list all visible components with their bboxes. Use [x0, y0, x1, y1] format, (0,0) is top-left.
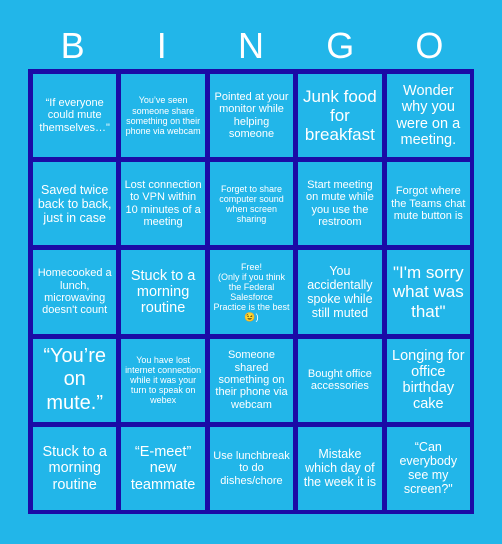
bingo-cell[interactable]: Use lunchbreak to do dishes/chore [209, 426, 294, 510]
bingo-cell-text: Stuck to a morning routine [42, 444, 107, 493]
bingo-cell[interactable]: Longing for office birthday cake [386, 338, 470, 422]
bingo-cell[interactable]: Saved twice back to back, just in case [33, 162, 117, 246]
bingo-cell[interactable]: "I'm sorry what was that" [386, 250, 470, 334]
bingo-cell-text: Free! (Only if you think the Federal Sal… [213, 261, 290, 323]
bingo-cell-text: “Can everybody see my screen?" [399, 440, 458, 497]
bingo-cell-text: Junk food for breakfast [303, 87, 377, 145]
bingo-cell-text: “You’re on mute.” [43, 344, 107, 414]
bingo-cell-free-space[interactable]: Free! (Only if you think the Federal Sal… [209, 250, 294, 334]
header-letter-i: I [156, 25, 167, 66]
header-letter-n: N [238, 25, 264, 66]
bingo-cell-text: Mistake which day of the week it is [303, 447, 377, 490]
bingo-header: B I N G O [28, 26, 474, 66]
bingo-cell[interactable]: “Can everybody see my screen?" [386, 426, 470, 510]
bingo-cell-text: Bought office accessories [307, 367, 372, 393]
bingo-cell-text: You’ve seen someone share something on t… [125, 95, 201, 136]
bingo-cell[interactable]: “E-meet” new teammate [121, 426, 205, 510]
header-letter-b: B [60, 25, 85, 66]
bingo-cell-text: Start meeting on mute while you use the … [305, 179, 374, 229]
bingo-cell-text: Longing for office birthday cake [392, 347, 465, 413]
bingo-cell-text: Forget to share computer sound when scre… [219, 183, 284, 224]
bingo-cell[interactable]: Wonder why you were on a meeting. [386, 74, 470, 158]
bingo-cell-text: Homecooked a lunch, microwaving doesn't … [37, 267, 112, 317]
bingo-cell-text: “E-meet” new teammate [130, 444, 196, 493]
bingo-cell-text: Someone shared something on their phone … [215, 349, 288, 411]
bingo-cell[interactable]: Forget to share computer sound when scre… [209, 162, 294, 246]
bingo-cell[interactable]: Stuck to a morning routine [33, 426, 117, 510]
bingo-cell-text: Use lunchbreak to do dishes/chore [213, 449, 290, 487]
bingo-cell-text: Pointed at your monitor while helping so… [214, 90, 289, 140]
bingo-grid: “If everyone could mute themselves…" You’… [28, 69, 474, 514]
bingo-cell-text: Stuck to a morning routine [130, 267, 196, 317]
header-letter-g: G [326, 25, 355, 66]
bingo-cell-text: "I'm sorry what was that" [392, 263, 464, 321]
bingo-cell[interactable]: Start meeting on mute while you use the … [298, 162, 382, 246]
bingo-cell[interactable]: Junk food for breakfast [298, 74, 382, 158]
bingo-cell-text: Lost connection to VPN within 10 minutes… [124, 179, 202, 229]
bingo-cell-text: “If everyone could mute themselves…" [39, 97, 110, 134]
bingo-cell[interactable]: Homecooked a lunch, microwaving doesn't … [33, 250, 117, 334]
bingo-cell-text: Forgot where the Teams chat mute button … [391, 185, 466, 222]
bingo-cell[interactable]: “If everyone could mute themselves…" [33, 74, 117, 158]
bingo-cell-text: Saved twice back to back, just in case [37, 182, 112, 225]
bingo-cell-text: You have lost internet connection while … [125, 355, 202, 406]
bingo-cell[interactable]: Pointed at your monitor while helping so… [209, 74, 294, 158]
bingo-cell[interactable]: You have lost internet connection while … [121, 338, 205, 422]
header-letter-o: O [415, 25, 444, 66]
bingo-cell[interactable]: Stuck to a morning routine [121, 250, 205, 334]
bingo-cell[interactable]: Mistake which day of the week it is [298, 426, 382, 510]
bingo-cell[interactable]: Forgot where the Teams chat mute button … [386, 162, 470, 246]
bingo-cell-text: Wonder why you were on a meeting. [396, 83, 461, 148]
bingo-cell[interactable]: You’ve seen someone share something on t… [121, 74, 205, 158]
bingo-cell[interactable]: Bought office accessories [298, 338, 382, 422]
bingo-cell[interactable]: Lost connection to VPN within 10 minutes… [121, 162, 205, 246]
bingo-cell[interactable]: Someone shared something on their phone … [209, 338, 294, 422]
bingo-cell-text: You accidentally spoke while still muted [307, 263, 373, 320]
bingo-cell[interactable]: “You’re on mute.” [33, 338, 117, 422]
bingo-cell[interactable]: You accidentally spoke while still muted [298, 250, 382, 334]
